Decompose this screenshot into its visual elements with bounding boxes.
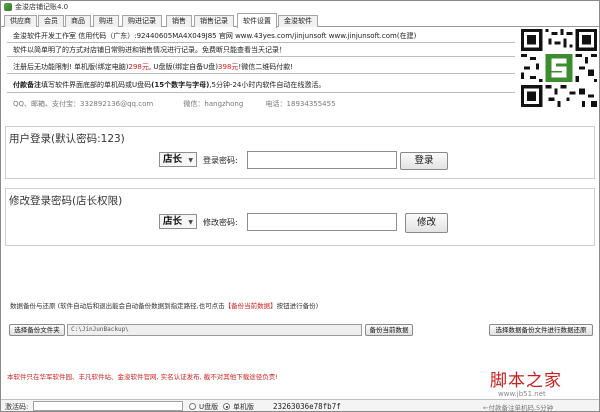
activation-code-input[interactable] — [33, 401, 183, 411]
tab-purchase[interactable]: 购进 — [93, 15, 119, 27]
app-icon — [4, 3, 12, 11]
chevron-down-icon: ▼ — [188, 219, 193, 226]
backup-note-suffix: 按钮进行备份) — [276, 302, 319, 310]
tab-bar: 供应商 会员 商品 购进 购进记录 销售 销售记录 软件设置 金浚软件 — [1, 13, 599, 28]
pricing-suffix: !微信二维码付款! — [238, 63, 294, 71]
watermark-logo: 脚本之家 — [490, 371, 562, 391]
pc-version-radio[interactable] — [223, 403, 230, 410]
contact-qq: 332892136@qq.com — [80, 100, 154, 108]
change-role-select[interactable]: 店长 ▼ — [159, 214, 197, 229]
phone-label: 电话： — [265, 100, 287, 108]
tab-sales[interactable]: 销售 — [166, 15, 192, 27]
tab-sales-records[interactable]: 销售记录 — [194, 15, 234, 27]
title-bar: 金浚店铺记账4.0 — [1, 1, 599, 13]
change-role-value: 店长 — [163, 216, 183, 227]
payment-note-label: 付款备注 — [13, 81, 41, 89]
restore-backup-button[interactable]: 选择数据备份文件进行数据还原 — [489, 324, 593, 336]
chevron-down-icon: ▼ — [188, 157, 193, 164]
description-line: 软件以简单明了的方式对店铺日常购进和销售情况进行记录。免费断只能查看当天记录！ — [13, 46, 286, 54]
login-password-label: 登录密码: — [203, 156, 238, 165]
machine-code: 23263036e78fb7f — [273, 402, 341, 411]
price-pc: 298元 — [128, 63, 149, 71]
usb-version-label: U盘版 — [199, 403, 219, 411]
select-backup-folder-button[interactable]: 选择备份文件夹 — [9, 324, 65, 336]
pricing-prefix: 注册后无功能限制! 单机版(绑定电脑) — [13, 63, 129, 71]
tab-purchase-records[interactable]: 购进记录 — [122, 15, 162, 27]
wechat-label: 微信： — [183, 100, 205, 108]
contact-label: QQ、邮箱、支付宝： — [13, 100, 81, 108]
backup-note: 数据备份与还原 (软件自动后和退出能会自动备份数据到指定路径,也可点击【备份当前… — [10, 300, 318, 310]
price-usb: 398元 — [218, 63, 239, 71]
backup-note-prefix: 数据备份与还原 (软件自动后和退出能会自动备份数据到指定路径,也可点击 — [10, 302, 225, 310]
tab-suppliers[interactable]: 供应商 — [4, 15, 37, 27]
payment-note-text: 填写软件界面底部的单机码或U盘码 — [41, 81, 152, 89]
backup-note-highlight: 【备份当前数据】 — [224, 302, 277, 310]
info-divider — [7, 56, 515, 57]
watermark-url: www.jb51.net — [498, 390, 546, 398]
qr-code-icon — [521, 29, 597, 107]
backup-now-button[interactable]: 备份当前数据 — [365, 324, 413, 336]
wechat-value: hangzhong — [204, 100, 244, 108]
status-bar: 激活码: U盘版 单机版 23263036e78fb7f ←付款备注单机码,5分… — [1, 399, 599, 412]
info-divider — [7, 73, 515, 74]
company-line: 金浚软件开发工作室 信用代码（广东）:92440605MA4X049J85 官网… — [13, 32, 417, 40]
backup-path-field[interactable]: C:\JinJunBackup\ — [67, 324, 362, 336]
payment-note-suffix: ,5分钟-24小时内软件自动在线激活。 — [209, 81, 326, 89]
phone-value: 18934355455 — [286, 100, 336, 108]
tab-members[interactable]: 会员 — [38, 15, 64, 27]
window-title: 金浚店铺记账4.0 — [15, 3, 69, 11]
change-password-label: 修改密码: — [203, 218, 238, 227]
pc-version-label: 单机版 — [233, 403, 254, 411]
tab-products[interactable]: 商品 — [65, 15, 91, 27]
app-window: 金浚店铺记账4.0 供应商 会员 商品 购进 购进记录 销售 销售记录 软件设置… — [0, 0, 600, 412]
activation-hint: ←付款备注单机码,5分钟 — [483, 404, 554, 412]
login-role-select[interactable]: 店长 ▼ — [159, 152, 197, 167]
tab-settings[interactable]: 软件设置 — [237, 13, 277, 28]
pricing-line: 注册后无功能限制! 单机版(绑定电脑)298元, U盘版(绑定自备U盘)398元… — [13, 62, 293, 72]
info-divider — [7, 42, 515, 43]
contact-line: QQ、邮箱、支付宝：332892136@qq.com 微信：hangzhong … — [13, 99, 336, 109]
pricing-mid: , U盘版(绑定自备U盘) — [148, 63, 219, 71]
payment-note-format: (15个数字与字母) — [151, 81, 210, 89]
tab-jinjun-software[interactable]: 金浚软件 — [278, 15, 318, 27]
change-password-input[interactable] — [247, 213, 397, 231]
login-section: 用户登录(默认密码:123) 店长 ▼ 登录密码: 登录 — [5, 126, 595, 179]
login-title: 用户登录(默认密码:123) — [9, 133, 125, 145]
info-panel: 金浚软件开发工作室 信用代码（广东）:92440605MA4X049J85 官网… — [5, 29, 515, 115]
login-role-value: 店长 — [163, 154, 183, 165]
change-password-section: 修改登录密码(店长权限) 店长 ▼ 修改密码: 修改 — [5, 188, 595, 246]
usb-version-radio[interactable] — [189, 403, 196, 410]
login-password-input[interactable] — [247, 151, 397, 169]
payment-note-line: 付款备注填写软件界面底部的单机码或U盘码(15个数字与字母),5分钟-24小时内… — [13, 80, 325, 90]
info-divider — [7, 92, 515, 93]
login-button[interactable]: 登录 — [400, 152, 448, 170]
activation-code-label: 激活码: — [5, 403, 29, 411]
footer-note: 本软件只在华军软件园、丰凡软件站、金浚软件官网, 实名认证发布, 截不对其他下载… — [7, 373, 278, 381]
change-password-button[interactable]: 修改 — [405, 213, 448, 233]
change-password-title: 修改登录密码(店长权限) — [9, 195, 123, 207]
